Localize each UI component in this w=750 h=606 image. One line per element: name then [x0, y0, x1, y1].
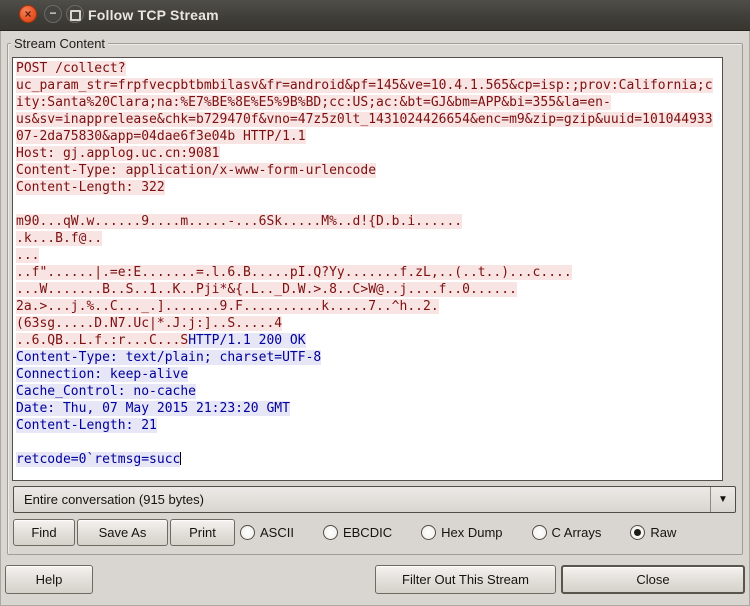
stream-line: 2a.>...j.%..C..._.].......9.F..........k…	[16, 298, 722, 315]
client-data-text: ity:Santa%20Clara;na:%E7%BE%8E%E5%9B%BD;…	[16, 95, 611, 110]
radio-label: C Arrays	[551, 525, 602, 540]
minimize-window-icon[interactable]: −	[44, 5, 62, 23]
client-data-text: 07-2da75830&app=04dae6f3e04b HTTP/1.1	[16, 129, 306, 144]
stream-line: Content-Type: application/x-www-form-url…	[16, 162, 722, 179]
close-window-icon[interactable]: ×	[19, 5, 37, 23]
stream-line: Host: gj.applog.uc.cn:9081	[16, 145, 722, 162]
chevron-down-icon: ▼	[718, 494, 728, 505]
radio-label: Raw	[650, 525, 677, 540]
radio-label: ASCII	[260, 525, 294, 540]
radio-ascii[interactable]: ASCII	[240, 525, 294, 540]
stream-line: Content-Length: 322	[16, 179, 722, 196]
client-data-text: us&sv=inapprelease&chk=b729470f&vno=47z5…	[16, 112, 713, 127]
client-data-text: (63sg.....D.N7.Uc|*.J.j:]..S.....4	[16, 316, 283, 331]
print-button[interactable]: Print	[170, 519, 235, 546]
stream-line: ity:Santa%20Clara;na:%E7%BE%8E%E5%9B%BD;…	[16, 94, 722, 111]
client-data-text: Content-Type: application/x-www-form-url…	[16, 163, 377, 178]
stream-line: m90...qW.w......9....m.....-...6Sk.....M…	[16, 213, 722, 230]
server-data-text: Content-Length: 21	[16, 418, 157, 433]
maximize-window-icon[interactable]	[66, 5, 84, 23]
client-data-text: .k...B.f@..	[16, 231, 103, 246]
server-data-text: Date: Thu, 07 May 2015 21:23:20 GMT	[16, 401, 290, 416]
dropdown-selected-value: Entire conversation (915 bytes)	[24, 492, 204, 507]
display-mode-radios: ASCII EBCDIC Hex Dump C Arrays Raw	[240, 519, 676, 546]
stream-line: Connection: keep-alive	[16, 366, 722, 383]
titlebar[interactable]: × − Follow TCP Stream	[0, 0, 750, 31]
help-button[interactable]: Help	[5, 565, 93, 594]
client-data-text: ...	[16, 248, 40, 263]
stream-line	[16, 196, 722, 213]
dropdown-arrow-button[interactable]: ▼	[710, 487, 735, 512]
maximize-square-icon	[69, 10, 81, 21]
stream-line: uc_param_str=frpfvecpbtbmbilasv&fr=andro…	[16, 77, 722, 94]
radio-circle-icon	[322, 525, 338, 540]
server-data-text: Connection: keep-alive	[16, 367, 189, 382]
stream-line: 07-2da75830&app=04dae6f3e04b HTTP/1.1	[16, 128, 722, 145]
stream-line: Content-Length: 21	[16, 417, 722, 434]
radio-ebcdic[interactable]: EBCDIC	[322, 525, 393, 540]
server-data-text: Content-Type: text/plain; charset=UTF-8	[16, 350, 322, 365]
stream-line: (63sg.....D.N7.Uc|*.J.j:]..S.....4	[16, 315, 722, 332]
stream-line: ...W.......B..S..1..K..Pji*&{.L.._D.W.>.…	[16, 281, 722, 298]
stream-line: Content-Type: text/plain; charset=UTF-8	[16, 349, 722, 366]
radio-circle-icon	[240, 525, 255, 540]
client-data-text: ...W.......B..S..1..K..Pji*&{.L.._D.W.>.…	[16, 282, 517, 297]
server-data-text: retcode=0`retmsg=succ	[16, 452, 181, 467]
client-data-text: ..f"......|.=e:E.......=.l.6.B.....pI.Q?…	[16, 265, 572, 280]
save-as-button[interactable]: Save As	[77, 519, 168, 546]
stream-line: .k...B.f@..	[16, 230, 722, 247]
find-button[interactable]: Find	[13, 519, 75, 546]
radio-label: EBCDIC	[342, 525, 393, 540]
conversation-range-dropdown[interactable]: Entire conversation (915 bytes) ▼	[13, 486, 736, 513]
client-data-text: uc_param_str=frpfvecpbtbmbilasv&fr=andro…	[16, 78, 713, 93]
stream-line: ...	[16, 247, 722, 264]
close-button[interactable]: Close	[561, 565, 745, 594]
radio-raw[interactable]: Raw	[630, 525, 676, 540]
client-data-text: POST /collect?	[16, 61, 126, 76]
radio-circle-icon	[531, 525, 547, 540]
radio-hex-dump[interactable]: Hex Dump	[421, 525, 503, 540]
window-title: Follow TCP Stream	[88, 7, 219, 23]
client-data-text: Host: gj.applog.uc.cn:9081	[16, 146, 220, 161]
radio-label: Hex Dump	[441, 525, 503, 540]
stream-line: us&sv=inapprelease&chk=b729470f&vno=47z5…	[16, 111, 722, 128]
follow-tcp-stream-window: × − Follow TCP Stream Stream Content POS…	[0, 0, 750, 606]
stream-content-label: Stream Content	[11, 36, 109, 51]
stream-line: POST /collect?	[16, 60, 722, 77]
server-data-text: Cache_Control: no-cache	[16, 384, 197, 399]
stream-content-textarea[interactable]: POST /collect? uc_param_str=frpfvecpbtbmb…	[12, 57, 723, 481]
radio-circle-icon	[630, 525, 646, 540]
client-data-text: ..6.QB..L.f.:r...C...S	[16, 333, 189, 348]
server-data-text: HTTP/1.1 200 OK	[188, 333, 306, 348]
client-data-text: Content-Length: 322	[16, 180, 165, 195]
stream-line: ..f"......|.=e:E.......=.l.6.B.....pI.Q?…	[16, 264, 722, 281]
stream-line: retcode=0`retmsg=succ	[16, 451, 722, 468]
stream-line: ..6.QB..L.f.:r...C...SHTTP/1.1 200 OK	[16, 332, 722, 349]
stream-line: Date: Thu, 07 May 2015 21:23:20 GMT	[16, 400, 722, 417]
radio-c-arrays[interactable]: C Arrays	[531, 525, 602, 540]
client-data-text: m90...qW.w......9....m.....-...6Sk.....M…	[16, 214, 463, 229]
client-data-text: 2a.>...j.%..C..._.].......9.F..........k…	[16, 299, 439, 314]
stream-line	[16, 434, 722, 451]
radio-circle-icon	[421, 525, 437, 540]
filter-out-this-stream-button[interactable]: Filter Out This Stream	[375, 565, 556, 594]
text-cursor	[180, 452, 182, 465]
stream-line: Cache_Control: no-cache	[16, 383, 722, 400]
